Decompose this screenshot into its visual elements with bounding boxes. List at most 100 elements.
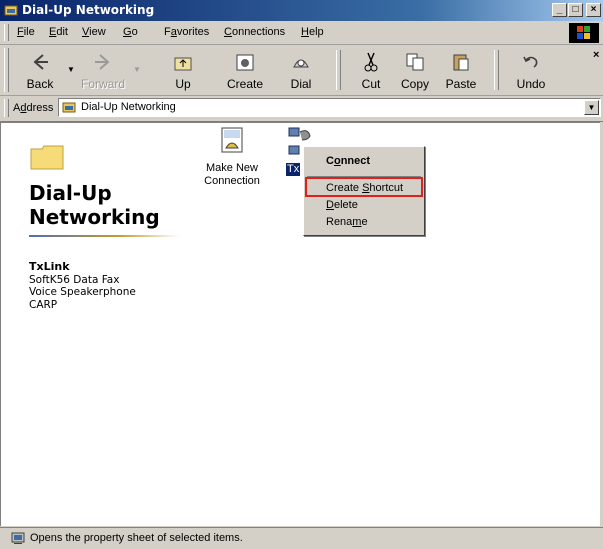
- toolbar-label: Up: [175, 77, 191, 91]
- dialup-folder-icon: [4, 5, 18, 16]
- ctx-rename[interactable]: Rename: [306, 213, 422, 231]
- minimize-button[interactable]: _: [552, 3, 567, 17]
- menu-label: elp: [308, 26, 324, 38]
- menu-accel: G: [123, 26, 132, 38]
- menu-accel: C: [224, 26, 232, 38]
- paste-button[interactable]: Paste: [434, 49, 488, 93]
- properties-icon: [11, 532, 25, 544]
- toolbar-label: Forward: [80, 77, 125, 91]
- toolbar-grip[interactable]: [4, 48, 9, 92]
- menu-bar: File Edit View Go Favorites Connections …: [0, 22, 603, 45]
- menu-label: iew: [89, 26, 106, 38]
- undo-button[interactable]: Undo: [504, 49, 558, 93]
- folder-title-line: Dial-Up: [29, 181, 112, 205]
- forward-arrow-icon: [95, 54, 110, 70]
- address-value: Dial-Up Networking: [81, 101, 176, 113]
- toolbar-label: Back: [26, 77, 54, 91]
- back-dropdown-icon[interactable]: ▼: [67, 65, 75, 74]
- forward-button[interactable]: Forward: [76, 49, 130, 93]
- toolbar-label: Dial: [290, 77, 312, 91]
- item-label-selected: Tx: [286, 163, 301, 176]
- create-connection-icon: [236, 54, 254, 71]
- close-button[interactable]: ×: [586, 3, 601, 17]
- detail-line: CARP: [29, 298, 58, 311]
- folder-view[interactable]: Dial-Up Networking TxLink SoftK56 Data F…: [0, 122, 603, 526]
- menu-favorites[interactable]: Favorites: [164, 26, 209, 38]
- menu-label: F: [164, 26, 171, 38]
- item-label: Make New: [206, 162, 258, 174]
- menu-accel: H: [301, 26, 309, 38]
- menubar-grip[interactable]: [4, 24, 9, 41]
- window-title: Dial-Up Networking: [22, 3, 155, 17]
- ctx-accel: o: [333, 155, 341, 167]
- ctx-separator: [307, 176, 421, 178]
- windows-logo-icon: [569, 23, 599, 43]
- standard-toolbar: Back ▼ Forward ▼ Up Create Dial Cut Copy: [0, 45, 603, 96]
- menu-edit[interactable]: Edit: [49, 26, 68, 38]
- folder-icon: [30, 145, 64, 170]
- menu-label: vorites: [176, 26, 210, 38]
- folder-title-line: Networking: [29, 205, 160, 229]
- scissors-icon: [364, 52, 378, 72]
- ctx-label: e: [361, 216, 368, 228]
- status-text: Opens the property sheet of selected ite…: [30, 532, 243, 544]
- make-new-connection-item[interactable]: Make New Connection: [197, 126, 267, 188]
- menu-label: onnections: [231, 26, 286, 38]
- back-button[interactable]: Back: [13, 49, 67, 93]
- maximize-button[interactable]: □: [568, 3, 583, 17]
- detail-line: Voice Speakerphone: [29, 286, 136, 298]
- address-field[interactable]: Dial-Up Networking ▼: [58, 98, 601, 117]
- forward-dropdown-icon[interactable]: ▼: [133, 65, 141, 74]
- ctx-label: hortcut: [369, 182, 404, 194]
- menu-label: o: [131, 26, 138, 38]
- menu-view[interactable]: View: [82, 26, 106, 38]
- up-button[interactable]: Up: [156, 49, 210, 93]
- menu-connections[interactable]: Connections: [224, 26, 285, 38]
- ctx-label: nnect: [340, 155, 371, 167]
- menu-accel: F: [17, 26, 24, 38]
- back-arrow-icon: [33, 54, 48, 70]
- address-label-text: dress: [26, 102, 54, 114]
- ctx-delete[interactable]: Delete: [306, 196, 422, 214]
- address-dropdown-button[interactable]: ▼: [584, 100, 599, 115]
- item-label: Connection: [204, 175, 260, 187]
- make-new-connection-icon: [221, 127, 243, 153]
- toolbar-label: Undo: [516, 77, 546, 91]
- menu-help[interactable]: Help: [301, 26, 324, 38]
- copy-icon: [406, 53, 424, 71]
- address-label: Address: [13, 102, 53, 114]
- context-menu: Connect Create Shortcut Delete Rename: [303, 146, 425, 236]
- toolbar-separator: [494, 50, 499, 90]
- ctx-create-shortcut[interactable]: Create Shortcut: [306, 179, 422, 197]
- ctx-label: Rena: [326, 216, 353, 228]
- toolbar-separator: [336, 50, 341, 90]
- toolbar-label: Create: [226, 77, 264, 91]
- dial-phone-icon: [293, 59, 309, 68]
- ctx-label: C: [326, 155, 334, 167]
- menu-label: ile: [23, 26, 35, 38]
- ctx-label: Create: [326, 182, 363, 194]
- folder-title: Dial-Up Networking: [29, 181, 160, 229]
- explorer-window: Dial-Up Networking _ □ × File Edit View …: [0, 0, 603, 549]
- create-button[interactable]: Create: [218, 49, 272, 93]
- ctx-connect[interactable]: Connect: [306, 152, 422, 170]
- dial-button[interactable]: Dial: [274, 49, 328, 93]
- addressbar-grip[interactable]: [4, 99, 9, 117]
- ctx-label: elete: [333, 199, 358, 211]
- menu-label: dit: [56, 26, 68, 38]
- menu-file[interactable]: File: [17, 26, 35, 38]
- paste-icon: [453, 54, 469, 71]
- up-folder-icon: [174, 57, 192, 71]
- menu-go[interactable]: Go: [123, 26, 138, 38]
- toolbar-close-icon[interactable]: ×: [593, 49, 599, 61]
- title-divider: [29, 235, 179, 237]
- selected-item-name: TxLink: [29, 260, 70, 273]
- undo-icon: [523, 56, 538, 68]
- status-bar: Opens the property sheet of selected ite…: [0, 527, 603, 549]
- toolbar-label: Paste: [445, 77, 477, 91]
- address-bar: Address Dial-Up Networking ▼: [0, 96, 603, 122]
- dialup-folder-icon: [62, 102, 76, 113]
- title-bar[interactable]: Dial-Up Networking _ □ ×: [0, 0, 603, 21]
- selection-details: TxLink SoftK56 Data Fax Voice Speakerpho…: [29, 260, 136, 311]
- detail-line: SoftK56 Data Fax: [29, 273, 120, 286]
